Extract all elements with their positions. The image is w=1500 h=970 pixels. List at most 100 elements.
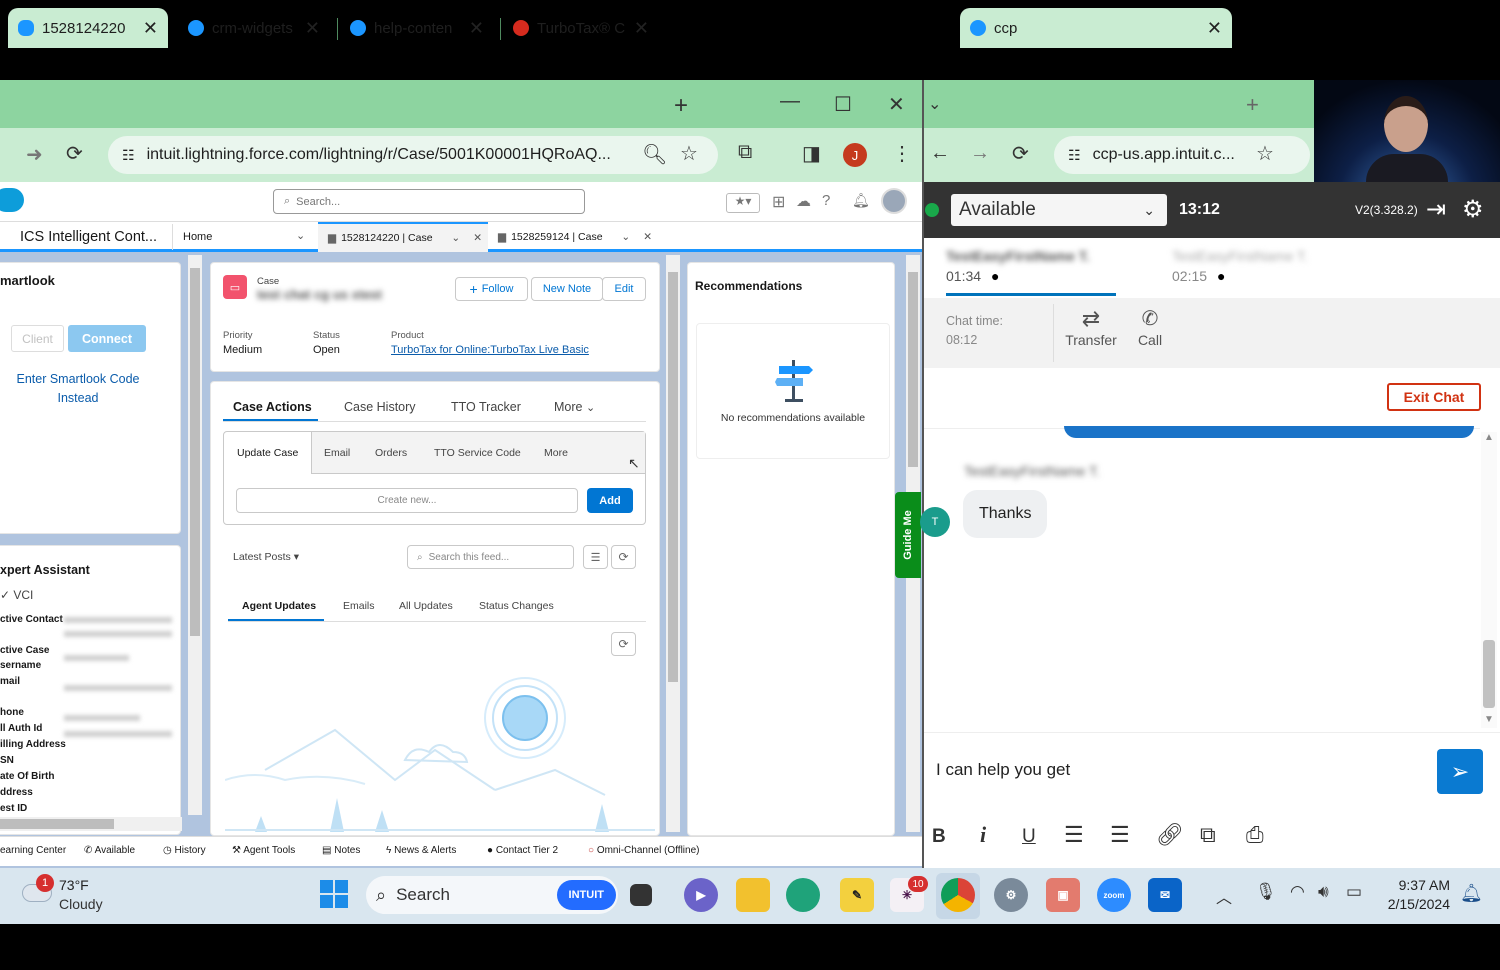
utility-contact-tier-2[interactable]: ● Contact Tier 2 [487, 845, 558, 856]
settings-app-icon[interactable]: ⚙ [994, 878, 1028, 912]
favorites-icon[interactable]: ★▾ [726, 193, 760, 213]
site-settings-icon[interactable]: ☷ [122, 147, 135, 164]
ccp-tab[interactable]: ccp ✕ [960, 8, 1232, 48]
new-note-button[interactable]: New Note [531, 277, 603, 301]
action-tab-tto-service-code[interactable]: TTO Service Code [434, 447, 521, 459]
close-tab-icon[interactable]: ✕ [1207, 18, 1222, 39]
utility-notes[interactable]: ▤ Notes [322, 845, 360, 856]
tab-search-icon[interactable]: ⌄ [928, 94, 941, 114]
tab-dropdown-icon[interactable]: ⌄ [621, 231, 630, 243]
send-button[interactable]: ➢ [1437, 749, 1483, 794]
close-workspace-tab-icon[interactable]: ✕ [473, 232, 482, 244]
back-icon[interactable]: ← [930, 142, 950, 165]
action-tab-email[interactable]: Email [324, 447, 350, 459]
message-input[interactable]: I can help you get [936, 760, 1416, 780]
show-hidden-icons-chevron-icon[interactable]: ︿ [1216, 884, 1232, 908]
transcript-scroll-thumb[interactable] [1483, 640, 1495, 708]
create-new-input[interactable]: Create new... [236, 488, 578, 513]
left-panel-scroll-thumb[interactable] [190, 268, 200, 636]
global-add-icon[interactable]: ⊞ [772, 192, 785, 212]
app-launcher-name[interactable]: ICS Intelligent Cont... [20, 229, 157, 245]
refresh-feed-icon[interactable]: ⟳ [611, 545, 636, 569]
info-icon[interactable]: ● [991, 268, 999, 284]
file-explorer-icon[interactable] [736, 878, 770, 912]
call-button[interactable]: ✆ Call [1130, 306, 1170, 348]
sticky-notes-icon[interactable]: ✎ [840, 878, 874, 912]
middle-scroll-thumb[interactable] [668, 272, 678, 682]
edit-button[interactable]: Edit [602, 277, 646, 301]
bookmark-star-icon[interactable]: ☆ [1256, 141, 1274, 166]
bold-icon[interactable]: B [932, 826, 946, 848]
chrome-icon[interactable] [941, 878, 975, 912]
new-tab-icon[interactable]: + [1246, 92, 1259, 118]
action-tab-orders[interactable]: Orders [375, 447, 407, 459]
action-tab-more[interactable]: More [544, 447, 568, 459]
scroll-up-arrow-icon[interactable]: ▲ [1484, 432, 1494, 443]
utility-history[interactable]: ◷ History [163, 845, 206, 856]
global-search-input[interactable]: ⌕ Search... [273, 189, 585, 214]
print-icon[interactable]: ⎙ [1246, 822, 1264, 848]
link-icon[interactable]: 🔗︎ [1156, 822, 1184, 848]
close-window-icon[interactable]: ✕ [888, 92, 905, 117]
ordered-list-icon[interactable]: ☰ [1064, 822, 1084, 848]
bullet-list-icon[interactable]: ☰ [1110, 822, 1130, 848]
taskbar-search[interactable]: ⌕ Search INTUIT [366, 876, 618, 914]
search-feed-input[interactable]: ⌕ Search this feed... [407, 545, 574, 569]
salesforce-cloud-logo-icon[interactable] [0, 188, 24, 212]
browser-tab-2[interactable]: crm-widgets ✕ [178, 8, 330, 48]
user-avatar[interactable] [881, 188, 907, 214]
logout-icon[interactable]: ⇥ [1426, 195, 1446, 224]
utility-news-alerts[interactable]: ϟ News & Alerts [386, 845, 456, 856]
help-icon[interactable]: ? [822, 192, 830, 209]
scroll-down-arrow-icon[interactable]: ▼ [1484, 714, 1494, 725]
guide-me-tab[interactable]: Guide Me [895, 492, 921, 578]
transfer-button[interactable]: ⇄ Transfer [1062, 306, 1120, 348]
tab-dropdown-icon[interactable]: ⌄ [451, 232, 460, 244]
outlook-icon[interactable]: ✉ [1148, 878, 1182, 912]
utility-learning-center[interactable]: earning Center [0, 845, 66, 856]
edge-browser-icon[interactable] [786, 878, 820, 912]
weather-widget[interactable]: 1 73°F Cloudy [22, 874, 122, 918]
follow-button[interactable]: + Follow [455, 277, 528, 301]
workspace-tab-2[interactable]: ▆ 1528259124 | Case ⌄ ✕ [490, 222, 656, 252]
close-tab-icon[interactable]: ✕ [634, 18, 649, 39]
filter-feed-icon[interactable]: ☰ [583, 545, 608, 569]
nav-home-chevron-icon[interactable]: ⌄ [296, 229, 305, 242]
connect-button[interactable]: Connect [68, 325, 146, 352]
contact-tab-1[interactable]: TestEasyFirstName T. 01:34 ● [946, 248, 1116, 296]
italic-icon[interactable]: i [980, 822, 986, 848]
forward-icon[interactable]: → [970, 142, 990, 165]
feed-tab-emails[interactable]: Emails [343, 600, 375, 612]
refresh-updates-icon[interactable]: ⟳ [611, 632, 636, 656]
close-tab-icon[interactable]: ✕ [305, 18, 320, 39]
reload-icon[interactable]: ⟳ [1012, 141, 1029, 166]
close-workspace-tab-icon[interactable]: ✕ [643, 231, 652, 243]
zoom-app-icon[interactable]: zoom [1097, 878, 1131, 912]
browser-menu-icon[interactable]: ⋮ [892, 141, 912, 166]
product-link[interactable]: TurboTax for Online:TurboTax Live Basic [391, 344, 589, 356]
tab-more[interactable]: More ⌄ [554, 400, 595, 414]
volume-icon[interactable]: 🔊︎ [1318, 882, 1329, 902]
agent-status-dropdown[interactable]: Available ⌄ [951, 194, 1167, 226]
side-panel-icon[interactable]: ◨ [802, 141, 821, 166]
exit-chat-button[interactable]: Exit Chat [1387, 383, 1481, 411]
action-tab-update-case[interactable]: Update Case [237, 447, 298, 459]
enter-smartlook-code-link[interactable]: Enter Smartlook Code Instead [0, 370, 156, 408]
start-button-windows-icon[interactable] [320, 880, 348, 908]
notification-bell-icon[interactable]: 🔔︎ [1460, 883, 1483, 904]
vci-section[interactable]: ✓ VCI [0, 588, 33, 602]
tab-tto-tracker[interactable]: TTO Tracker [451, 400, 521, 414]
utility-agent-tools[interactable]: ⚒ Agent Tools [232, 845, 295, 856]
right-scroll-thumb[interactable] [908, 272, 918, 467]
battery-icon[interactable]: ▭ [1346, 882, 1362, 902]
utility-omni-channel[interactable]: ○ Omni-Channel (Offline) [588, 845, 699, 856]
reload-icon[interactable]: ⟳ [66, 141, 83, 166]
tab-case-actions[interactable]: Case Actions [233, 400, 312, 414]
latest-posts-sort[interactable]: Latest Posts ▾ [233, 551, 299, 563]
browser-tab-1[interactable]: 1528124220 ✕ [8, 8, 168, 48]
site-settings-icon[interactable]: ☷ [1068, 147, 1081, 164]
workspace-tab-active[interactable]: ▆ 1528124220 | Case ⌄ ✕ [318, 222, 488, 252]
add-button[interactable]: Add [587, 488, 633, 513]
contact-tab-2[interactable]: TestEasyFirstName T. 02:15 ● [1172, 248, 1342, 296]
forward-icon[interactable]: ➜ [26, 142, 43, 167]
